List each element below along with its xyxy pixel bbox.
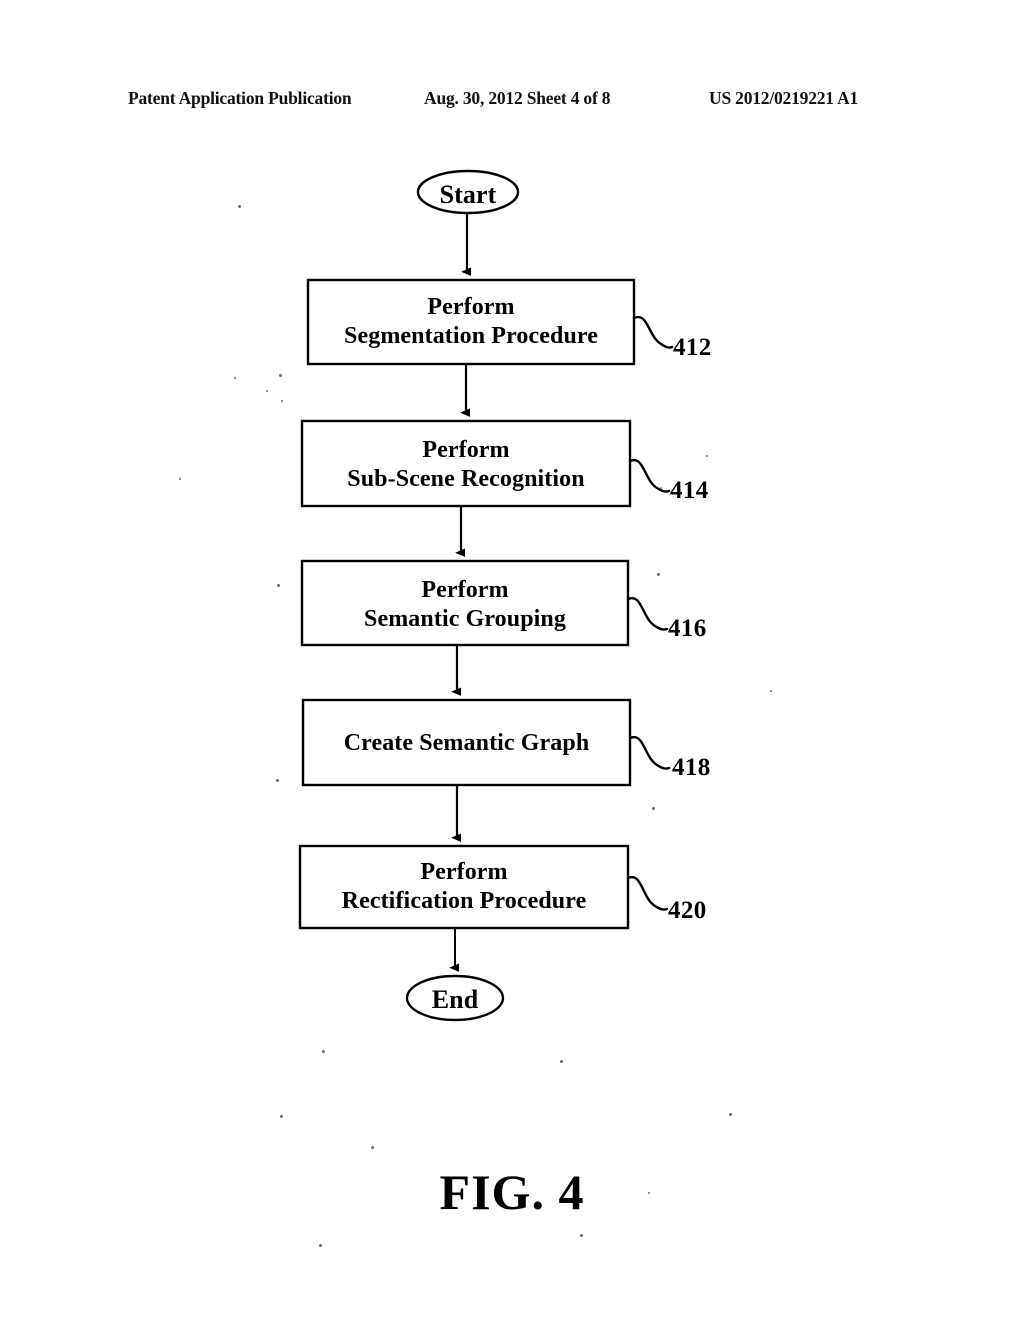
leader-line-416 (626, 596, 669, 631)
scan-speck (660, 487, 662, 489)
start-node-label: Start (439, 180, 497, 209)
step-416-label-line1: Perform (421, 577, 509, 603)
scan-speck (234, 377, 236, 379)
figure-caption: FIG. 4 (439, 1164, 585, 1220)
scan-speck (277, 584, 280, 587)
scan-speck (371, 1146, 374, 1149)
scan-speck (580, 1234, 583, 1237)
step-414-label-line2: Sub-Scene Recognition (347, 465, 585, 492)
scan-speck (770, 690, 772, 692)
step-420-label-line1: Perform (420, 859, 508, 885)
step-418-label: Create Semantic Graph (303, 729, 630, 758)
step-414-label: Perform Sub-Scene Recognition (302, 436, 630, 494)
scan-speck (706, 455, 708, 457)
step-416-label: Perform Semantic Grouping (302, 576, 628, 634)
step-412-label-line2: Segmentation Procedure (344, 322, 598, 349)
step-420-label: Perform Rectification Procedure (300, 858, 628, 916)
reference-numeral-412: 412 (673, 334, 712, 361)
reference-numeral-420: 420 (668, 897, 707, 924)
scan-speck (322, 1050, 325, 1053)
scan-speck (319, 1244, 322, 1247)
step-412-label: Perform Segmentation Procedure (308, 293, 634, 351)
patent-page: Patent Application Publication Aug. 30, … (0, 0, 1024, 1320)
scan-speck (276, 779, 279, 782)
step-414-label-line1: Perform (422, 437, 510, 463)
step-416-label-line2: Semantic Grouping (364, 605, 566, 632)
leader-line-414 (628, 458, 671, 493)
scan-speck (648, 1192, 650, 1194)
reference-numeral-414: 414 (670, 477, 709, 504)
scan-speck (560, 1060, 563, 1063)
scan-speck (281, 400, 283, 402)
leader-line-418 (628, 735, 671, 770)
scan-speck (238, 205, 241, 208)
scan-speck (179, 478, 181, 480)
scan-speck (729, 1113, 732, 1116)
step-418-label-line1: Create Semantic Graph (343, 730, 590, 756)
leader-line-420 (626, 875, 669, 911)
scan-speck (652, 807, 655, 810)
end-node-label: End (431, 985, 479, 1014)
scan-speck (279, 374, 282, 377)
step-412-label-line1: Perform (427, 294, 515, 320)
scan-speck (266, 390, 268, 392)
reference-numeral-416: 416 (668, 615, 707, 642)
step-420-label-line2: Rectification Procedure (341, 887, 587, 914)
scan-speck (657, 573, 660, 576)
reference-numeral-418: 418 (672, 754, 711, 781)
scan-speck (280, 1115, 283, 1118)
leader-line-412 (632, 315, 674, 349)
